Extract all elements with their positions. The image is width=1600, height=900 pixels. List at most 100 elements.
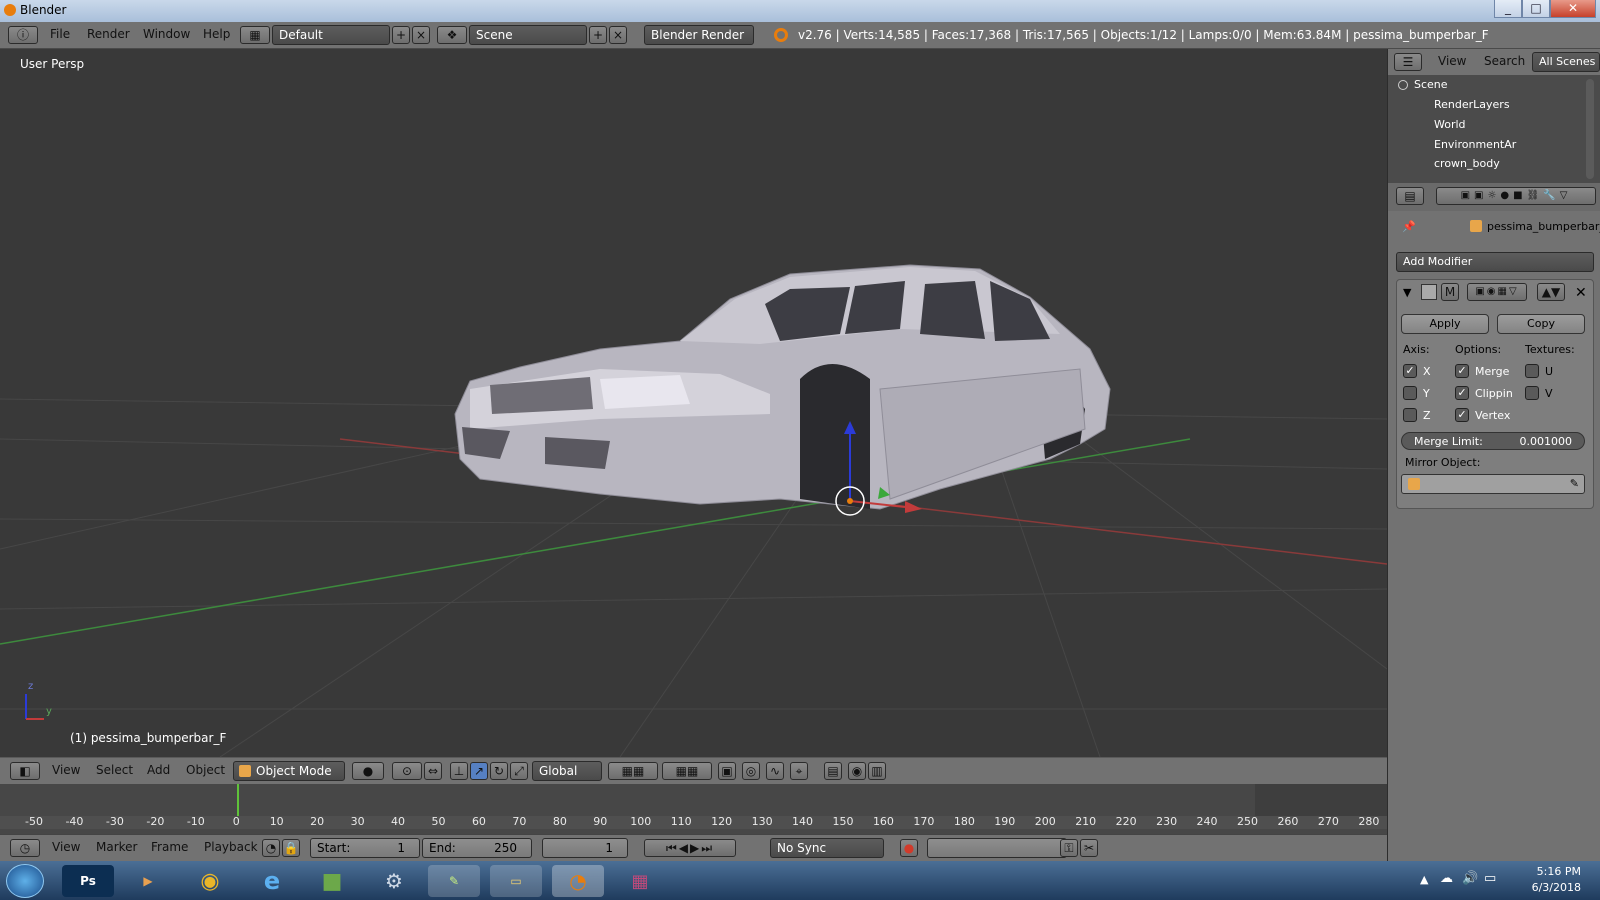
- 3d-viewport[interactable]: z y User Persp (1) pessima_bumperbar_F: [0, 49, 1387, 757]
- view3d-editor-type-icon[interactable]: ◧: [10, 762, 40, 780]
- notepad-taskbar-icon[interactable]: ✎: [428, 865, 480, 897]
- playback-controls[interactable]: ⏮◀▶⏭: [644, 839, 736, 857]
- collapse-modifier-icon[interactable]: ▼: [1403, 286, 1411, 299]
- layers-grid-1[interactable]: ▦▦: [608, 762, 658, 780]
- outliner-menu-search[interactable]: Search: [1484, 54, 1525, 68]
- rotate-manipulator-icon[interactable]: ↻: [490, 762, 508, 780]
- menu-frame[interactable]: Frame: [151, 840, 188, 854]
- menu-window[interactable]: Window: [143, 27, 190, 41]
- sync-mode-select[interactable]: No Sync: [770, 838, 884, 858]
- apply-button[interactable]: Apply: [1401, 314, 1489, 334]
- render-anim-icon[interactable]: ▥: [868, 762, 886, 780]
- internet-explorer-taskbar-icon[interactable]: e: [246, 865, 298, 897]
- properties-editor-type-icon[interactable]: ▤: [1396, 187, 1424, 205]
- manipulate-center-icon[interactable]: ⇔: [424, 762, 442, 780]
- add-layout-icon[interactable]: +: [392, 26, 410, 44]
- outliner-item-environment[interactable]: EnvironmentAr: [1434, 138, 1516, 151]
- menu-marker[interactable]: Marker: [96, 840, 137, 854]
- modifier-visibility-toggles[interactable]: ▣◉▦▽: [1467, 283, 1527, 301]
- menu-select[interactable]: Select: [96, 763, 133, 777]
- viewport-scene[interactable]: [0, 49, 1387, 757]
- outliner-item-crown-body[interactable]: crown_body: [1434, 157, 1500, 170]
- outliner-item-renderlayers[interactable]: RenderLayers: [1434, 98, 1510, 111]
- use-preview-range-icon[interactable]: ◔: [262, 839, 280, 857]
- render-engine-select[interactable]: Blender Render: [644, 25, 754, 45]
- keying-set-field[interactable]: [927, 838, 1067, 858]
- merge-limit-field[interactable]: Merge Limit: 0.001000: [1401, 432, 1585, 450]
- photoshop-taskbar-icon[interactable]: Ps: [62, 865, 114, 897]
- modifier-name-field[interactable]: M: [1441, 283, 1459, 301]
- menu-timeline-view[interactable]: View: [52, 840, 80, 854]
- minecraft-taskbar-icon[interactable]: ■: [306, 865, 358, 897]
- timeline-editor[interactable]: -50 -40 -30 -20 -10 0 10 20 30 40 50 60 70 80 90 100 110…: [0, 784, 1387, 839]
- menu-view[interactable]: View: [52, 763, 80, 777]
- axis-z-checkbox[interactable]: [1403, 408, 1417, 422]
- outliner-item-scene[interactable]: Scene: [1414, 78, 1448, 91]
- remove-scene-icon[interactable]: ×: [609, 26, 627, 44]
- texture-v-checkbox[interactable]: [1525, 386, 1539, 400]
- end-frame-field[interactable]: End: 250: [422, 838, 532, 858]
- minimize-button[interactable]: _: [1494, 0, 1522, 18]
- pivot-point-icon[interactable]: ⊙: [392, 762, 422, 780]
- add-scene-icon[interactable]: +: [589, 26, 607, 44]
- outliner[interactable]: ☰ View Search All Scenes Scene RenderLay…: [1387, 49, 1600, 183]
- proportional-falloff-icon[interactable]: ∿: [766, 762, 784, 780]
- vertex-groups-checkbox[interactable]: ✓: [1455, 408, 1469, 422]
- properties-context-tabs[interactable]: ▣▣☼●■⛓🔧▽: [1436, 187, 1596, 205]
- scene-select[interactable]: Scene: [469, 25, 587, 45]
- menu-object[interactable]: Object: [186, 763, 225, 777]
- remove-layout-icon[interactable]: ×: [412, 26, 430, 44]
- delete-keyframe-icon[interactable]: ✂: [1080, 839, 1098, 857]
- lock-frames-icon[interactable]: 🔒: [282, 839, 300, 857]
- menu-help[interactable]: Help: [203, 27, 230, 41]
- media-player-taskbar-icon[interactable]: ▶: [122, 865, 174, 897]
- chrome-taskbar-icon[interactable]: ◉: [184, 865, 236, 897]
- current-frame-field[interactable]: 1: [542, 838, 628, 858]
- outliner-scrollbar[interactable]: [1586, 79, 1594, 179]
- translate-manipulator-icon[interactable]: ↗: [470, 762, 488, 780]
- scene-icon[interactable]: ❖: [437, 26, 467, 44]
- steam-taskbar-icon[interactable]: ⚙: [368, 865, 420, 897]
- menu-add[interactable]: Add: [147, 763, 170, 777]
- render-preview-icon[interactable]: ◉: [848, 762, 866, 780]
- tray-cloud-icon[interactable]: ☁: [1440, 871, 1453, 886]
- insert-keyframe-icon[interactable]: ⚿: [1060, 839, 1078, 857]
- layers-grid-2[interactable]: ▦▦: [662, 762, 712, 780]
- tray-network-icon[interactable]: ▭: [1484, 871, 1496, 886]
- screen-layout-icon[interactable]: ▦: [240, 26, 270, 44]
- mirror-object-field[interactable]: ✎: [1401, 474, 1585, 494]
- taskbar-clock[interactable]: 5:16 PM 6/3/2018: [1515, 864, 1581, 896]
- menu-file[interactable]: File: [50, 27, 70, 41]
- layout-select[interactable]: Default: [272, 25, 390, 45]
- remove-modifier-icon[interactable]: ✕: [1575, 285, 1587, 301]
- maximize-button[interactable]: □: [1522, 0, 1550, 18]
- close-button[interactable]: ✕: [1550, 0, 1596, 18]
- axis-y-checkbox[interactable]: [1403, 386, 1417, 400]
- scale-manipulator-icon[interactable]: ⤢: [510, 762, 528, 780]
- orientation-select[interactable]: Global: [532, 761, 602, 781]
- tray-show-hidden-icon[interactable]: ▲: [1420, 873, 1428, 886]
- viewport-shading-icon[interactable]: ●: [352, 762, 384, 780]
- axis-x-checkbox[interactable]: ✓: [1403, 364, 1417, 378]
- car-body-mesh[interactable]: [454, 264, 1111, 510]
- eyedropper-icon[interactable]: ✎: [1570, 477, 1579, 490]
- record-keyframe-icon[interactable]: ●: [900, 839, 918, 857]
- start-button-icon[interactable]: [6, 864, 44, 898]
- modifier-move-icon[interactable]: ▲▼: [1537, 283, 1565, 301]
- start-frame-field[interactable]: Start: 1: [310, 838, 420, 858]
- window-title-bar[interactable]: Blender _ □ ✕: [0, 0, 1600, 22]
- outliner-menu-view[interactable]: View: [1438, 54, 1466, 68]
- outliner-item-world[interactable]: World: [1434, 118, 1466, 131]
- tray-volume-icon[interactable]: 🔊: [1462, 871, 1478, 886]
- menu-playback[interactable]: Playback: [204, 840, 258, 854]
- add-modifier-button[interactable]: Add Modifier: [1396, 252, 1594, 272]
- explorer-taskbar-icon[interactable]: ▭: [490, 865, 542, 897]
- timeline-ruler[interactable]: -50 -40 -30 -20 -10 0 10 20 30 40 50 60 70 80 90 100 110…: [0, 815, 1387, 829]
- snap-element-icon[interactable]: ▤: [824, 762, 842, 780]
- pin-icon[interactable]: 📌: [1402, 220, 1416, 233]
- manipulator-toggle-icon[interactable]: ⊥: [450, 762, 468, 780]
- blender-taskbar-icon[interactable]: ◔: [552, 865, 604, 897]
- outliner-editor-type-icon[interactable]: ☰: [1394, 53, 1422, 71]
- mode-select[interactable]: Object Mode: [233, 761, 345, 781]
- scene-expand-icon[interactable]: [1398, 80, 1408, 90]
